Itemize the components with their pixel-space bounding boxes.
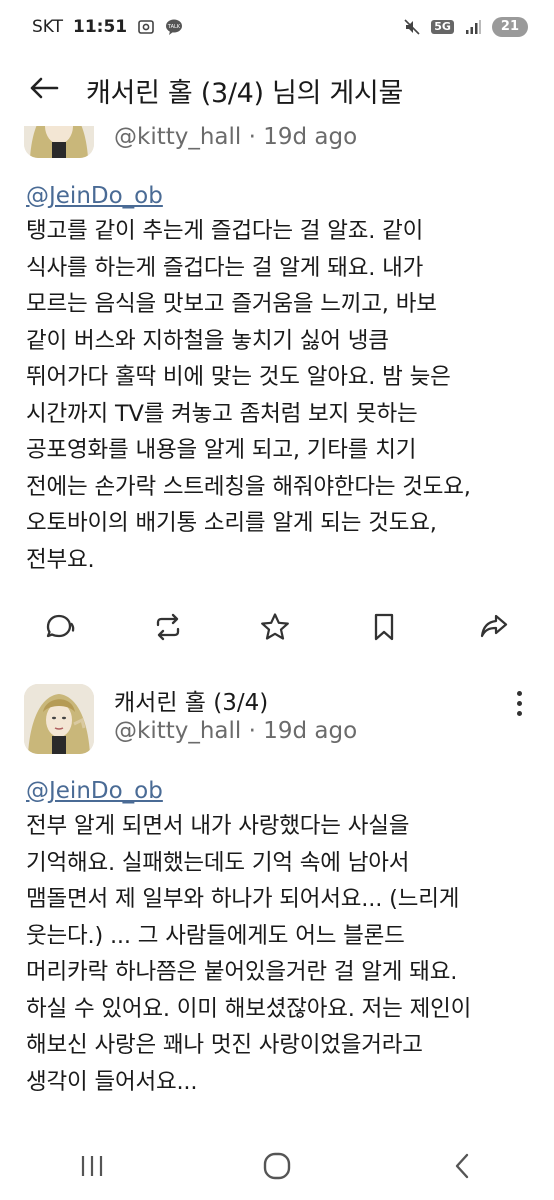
clock: 11:51: [73, 17, 128, 37]
more-options-button[interactable]: [507, 683, 531, 723]
app-header: 캐서린 홀 (3/4) 님의 게시물: [0, 54, 554, 126]
svg-text:TALK: TALK: [167, 24, 181, 30]
mute-icon: [403, 18, 421, 36]
mention-link[interactable]: @JeinDo_ob: [26, 183, 163, 209]
status-bar: SKT 11:51 TALK 5G 21: [0, 0, 554, 54]
network-label: 5G: [434, 20, 451, 33]
bookmark-icon: [368, 611, 400, 647]
screenshot-icon: [137, 18, 155, 36]
dot: [516, 710, 522, 716]
recent-apps-icon: [78, 1153, 106, 1183]
back-button[interactable]: [26, 72, 62, 108]
recent-apps-button[interactable]: [62, 1146, 122, 1190]
carrier-label: SKT: [32, 17, 64, 37]
repost-button[interactable]: [150, 611, 186, 647]
bookmark-button[interactable]: [366, 611, 402, 647]
post-body: 탱고를 같이 추는게 즐겁다는 걸 알죠. 같이 식사를 하는게 즐겁다는 걸 …: [26, 218, 471, 573]
post-handle-line: @kitty_hall · 19d ago: [114, 718, 358, 744]
mention-link[interactable]: @JeinDo_ob: [26, 778, 163, 804]
home-button[interactable]: [247, 1146, 307, 1190]
post-display-name[interactable]: 캐서린 홀 (3/4): [114, 683, 268, 717]
system-nav-bar: [0, 1136, 554, 1200]
share-icon: [478, 611, 510, 647]
reply-icon: [44, 611, 76, 647]
5g-icon: 5G: [431, 20, 454, 34]
back-icon: [451, 1152, 473, 1184]
star-icon: [259, 611, 291, 647]
post-action-bar: [0, 611, 554, 651]
favorite-button[interactable]: [257, 611, 293, 647]
reply-button[interactable]: [42, 611, 78, 647]
dot: [516, 700, 522, 706]
dot: [516, 690, 522, 696]
talk-icon: TALK: [165, 18, 183, 36]
signal-icon: [464, 18, 482, 36]
avatar[interactable]: [24, 684, 94, 754]
arrow-left-icon: [29, 76, 59, 104]
battery-indicator: 21: [491, 17, 528, 37]
post-body: 전부 알게 되면서 내가 사랑했다는 사실을 기억해요. 실패했는데도 기억 속…: [26, 813, 472, 1095]
repost-icon: [152, 611, 184, 647]
home-icon: [262, 1151, 292, 1185]
post-handle-line: @kitty_hall · 19d ago: [114, 124, 358, 150]
screen: SKT 11:51 TALK 5G 21 캐서린 홀 (3/4) 님의 게시물 …: [0, 0, 554, 1200]
share-button[interactable]: [476, 611, 512, 647]
system-back-button[interactable]: [432, 1146, 492, 1190]
page-title: 캐서린 홀 (3/4) 님의 게시물: [86, 77, 404, 109]
